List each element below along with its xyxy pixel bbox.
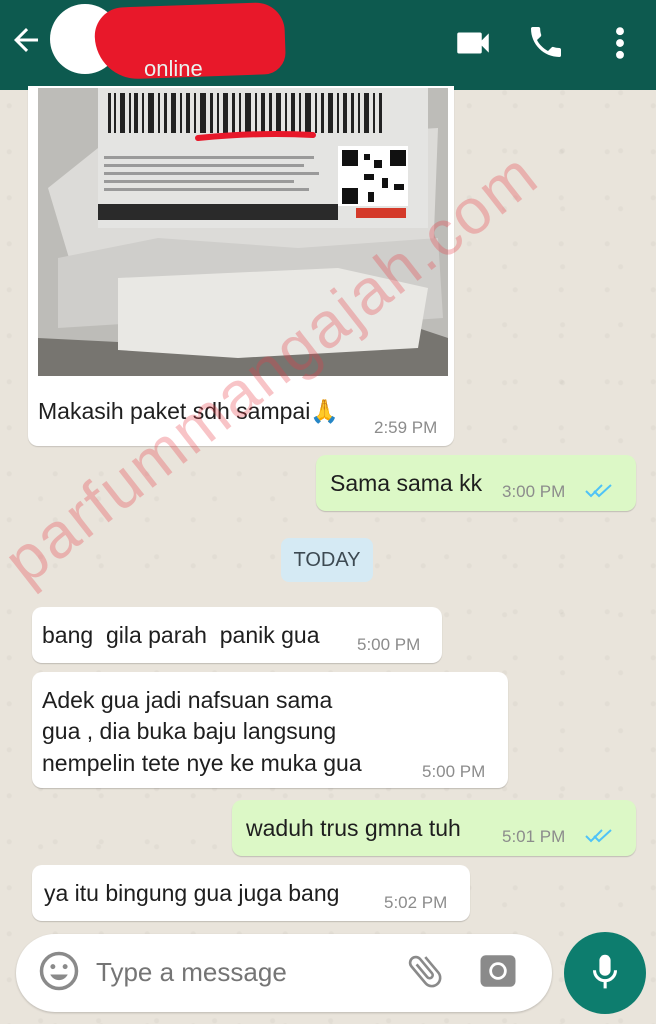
mic-icon: [592, 954, 618, 989]
video-call-icon[interactable]: [452, 22, 494, 64]
back-arrow-icon[interactable]: [8, 22, 44, 58]
message-text-line: nempelin tete nye ke muka gua: [42, 750, 362, 776]
double-check-icon: [585, 484, 612, 498]
message-text: Makasih paket sdh sampai🙏: [38, 398, 339, 424]
outgoing-message-bubble[interactable]: waduh trus gmna tuh 5:01 PM: [232, 800, 636, 856]
message-text: ya itu bingung gua juga bang: [44, 880, 340, 906]
more-vertical-icon[interactable]: [604, 22, 636, 64]
contact-status: online: [144, 56, 203, 81]
message-time: 2:59 PM: [374, 418, 438, 437]
camera-icon[interactable]: [476, 950, 520, 992]
outgoing-message-bubble[interactable]: Sama sama kk 3:00 PM: [316, 455, 636, 511]
message-time: 3:00 PM: [502, 482, 566, 501]
chat-header: ZY online: [0, 0, 656, 90]
message-text-line: Adek gua jadi nafsuan sama: [42, 687, 333, 713]
message-text: waduh trus gmna tuh: [246, 815, 461, 841]
incoming-message-bubble[interactable]: ya itu bingung gua juga bang 5:02 PM: [32, 865, 470, 921]
message-text: bang gila parah panik gua: [42, 622, 320, 648]
message-time: 5:02 PM: [384, 893, 448, 912]
phone-icon[interactable]: [526, 22, 566, 62]
emoji-icon[interactable]: [38, 950, 80, 992]
message-text-line: gua , dia buka baju langsung: [42, 718, 337, 744]
message-input[interactable]: [96, 957, 386, 988]
incoming-message-bubble[interactable]: bang gila parah panik gua 5:00 PM: [32, 607, 442, 663]
mic-button[interactable]: [564, 932, 646, 1014]
message-time: 5:01 PM: [502, 827, 566, 846]
package-photo[interactable]: [38, 88, 448, 376]
message-time: 5:00 PM: [357, 635, 421, 654]
message-text: Sama sama kk: [330, 470, 483, 496]
double-check-icon: [585, 829, 612, 843]
incoming-message-bubble[interactable]: Adek gua jadi nafsuan sama gua , dia buk…: [32, 672, 508, 788]
date-divider: TODAY: [281, 538, 373, 582]
attach-icon[interactable]: [404, 950, 446, 992]
message-time: 5:00 PM: [422, 762, 486, 781]
